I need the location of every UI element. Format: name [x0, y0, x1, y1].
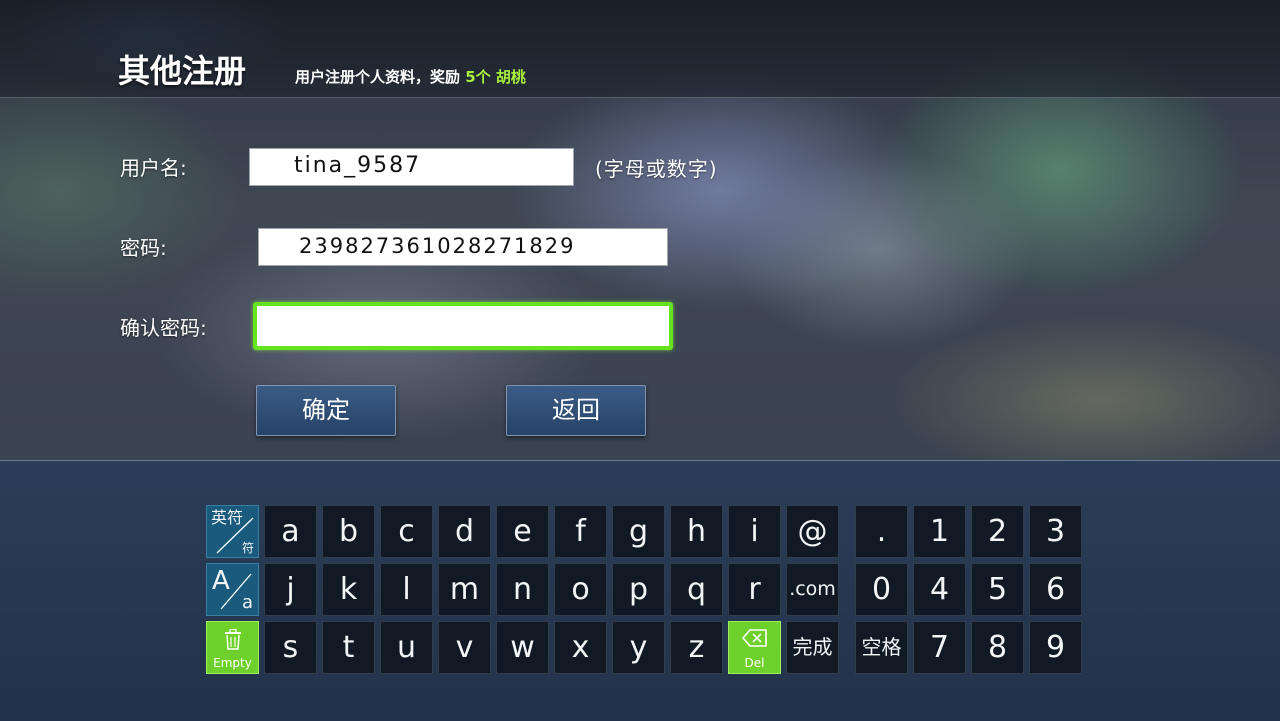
page-title: 其他注册	[118, 52, 247, 90]
key-u[interactable]: u	[380, 621, 433, 674]
confirm-password-field[interactable]	[253, 302, 673, 350]
back-button[interactable]: 返回	[506, 385, 646, 436]
key-j[interactable]: j	[264, 563, 317, 616]
key-done[interactable]: 完成	[786, 621, 839, 674]
key-c[interactable]: c	[380, 505, 433, 558]
password-label: 密码:	[120, 236, 167, 260]
key-s[interactable]: s	[264, 621, 317, 674]
reward-text: 用户注册个人资料，奖励	[295, 68, 466, 86]
key-dot[interactable]: .	[855, 505, 908, 558]
key-4[interactable]: 4	[913, 563, 966, 616]
key-i[interactable]: i	[728, 505, 781, 558]
key-delete[interactable]: Del	[728, 621, 781, 674]
key-m[interactable]: m	[438, 563, 491, 616]
reward-subtitle: 用户注册个人资料，奖励 5个 胡桃	[295, 66, 526, 87]
key-f[interactable]: f	[554, 505, 607, 558]
key-at[interactable]: @	[786, 505, 839, 558]
key-case-upper-label: A	[212, 566, 230, 596]
key-b[interactable]: b	[322, 505, 375, 558]
key-7[interactable]: 7	[913, 621, 966, 674]
key-o[interactable]: o	[554, 563, 607, 616]
key-w[interactable]: w	[496, 621, 549, 674]
key-q[interactable]: q	[670, 563, 723, 616]
key-0[interactable]: 0	[855, 563, 908, 616]
reward-highlight: 5个 胡桃	[465, 68, 526, 86]
key-d[interactable]: d	[438, 505, 491, 558]
key-k[interactable]: k	[322, 563, 375, 616]
header-bar: 其他注册 用户注册个人资料，奖励 5个 胡桃	[0, 0, 1280, 98]
password-field[interactable]: 239827361028271829	[258, 228, 668, 266]
key-t[interactable]: t	[322, 621, 375, 674]
key-h[interactable]: h	[670, 505, 723, 558]
username-hint: (字母或数字)	[595, 157, 718, 181]
key-8[interactable]: 8	[971, 621, 1024, 674]
key-g[interactable]: g	[612, 505, 665, 558]
key-6[interactable]: 6	[1029, 563, 1082, 616]
key-switch-symbols[interactable]: 英符 符	[206, 505, 259, 558]
key-a[interactable]: a	[264, 505, 317, 558]
key-case-lower-label: a	[241, 592, 253, 613]
key-1[interactable]: 1	[913, 505, 966, 558]
key-3[interactable]: 3	[1029, 505, 1082, 558]
confirm-button[interactable]: 确定	[256, 385, 396, 436]
key-case-toggle[interactable]: A a	[206, 563, 259, 616]
key-r[interactable]: r	[728, 563, 781, 616]
key-e[interactable]: e	[496, 505, 549, 558]
key-delete-label: Del	[744, 656, 765, 670]
key-9[interactable]: 9	[1029, 621, 1082, 674]
trash-icon	[224, 629, 241, 650]
key-empty-label: Empty	[213, 656, 252, 670]
key-x[interactable]: x	[554, 621, 607, 674]
username-field[interactable]: tina_9587	[249, 148, 574, 186]
key-switch-bottom-label: 符	[241, 541, 254, 555]
key-p[interactable]: p	[612, 563, 665, 616]
username-label: 用户名:	[120, 156, 187, 180]
key-n[interactable]: n	[496, 563, 549, 616]
key-5[interactable]: 5	[971, 563, 1024, 616]
key-l[interactable]: l	[380, 563, 433, 616]
key-empty[interactable]: Empty	[206, 621, 259, 674]
key-2[interactable]: 2	[971, 505, 1024, 558]
backspace-icon	[741, 629, 767, 647]
key-v[interactable]: v	[438, 621, 491, 674]
key-z[interactable]: z	[670, 621, 723, 674]
key-y[interactable]: y	[612, 621, 665, 674]
key-dotcom[interactable]: .com	[786, 563, 839, 616]
key-switch-top-label: 英符	[211, 508, 244, 527]
confirm-password-label: 确认密码:	[120, 316, 207, 340]
key-space[interactable]: 空格	[855, 621, 908, 674]
